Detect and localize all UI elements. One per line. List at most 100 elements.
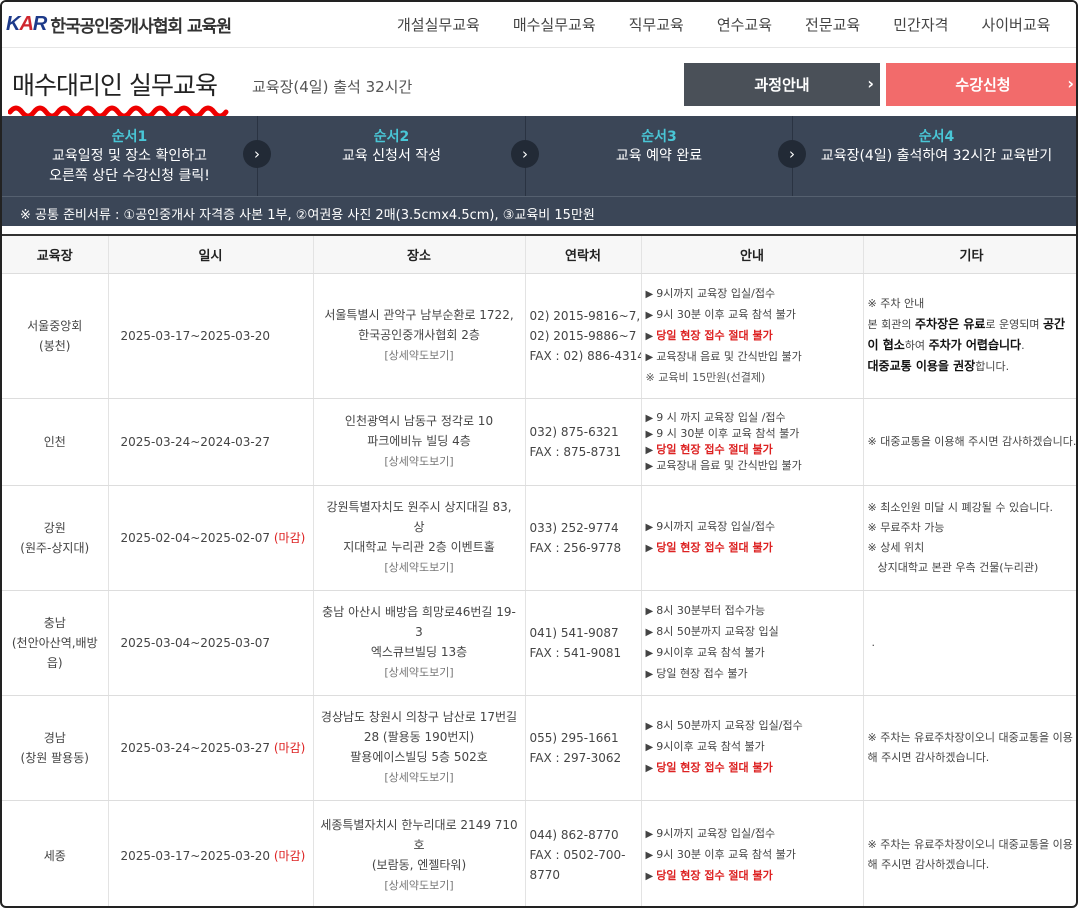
place-cell: 강원특별자치도 원주시 상지대길 83, 상 지대학교 누리관 2층 이벤트홀 … xyxy=(313,485,526,591)
page-subtitle: 교육장(4일) 출석 32시간 xyxy=(252,78,413,96)
apply-button[interactable]: 수강신청 › xyxy=(886,63,1076,106)
info-note: ※ 교육비 15만원(선결제) xyxy=(645,370,766,384)
info-line: 교육장내 음료 및 간식반입 불가 xyxy=(656,349,802,363)
contact-cell: 044) 862-8770 FAX : 0502-700- 8770 xyxy=(525,800,642,906)
map-link[interactable]: [상세약도보기] xyxy=(384,666,453,679)
kar-logo-mark: KAR xyxy=(6,12,47,35)
venue-name: 경남 xyxy=(43,730,66,745)
date-cell: 2025-03-17~2025-03-20 xyxy=(108,273,314,399)
date-range: 2025-03-17~2025-03-20 xyxy=(120,328,271,343)
address-line: 엑스큐브빌딩 13층 xyxy=(370,645,468,659)
fax: FAX : 02) 886-4314 xyxy=(529,348,641,363)
venue-name: 세종 xyxy=(43,848,66,863)
col-header-etc: 기타 xyxy=(863,234,1076,274)
venue-name: 강원 xyxy=(43,520,66,535)
etc-cell: ※ 주차는 유료주차장이오니 대중교통을 이용 해 주시면 감사하겠습니다. xyxy=(863,695,1076,801)
map-link[interactable]: [상세약도보기] xyxy=(384,771,453,784)
address-line: 경상남도 창원시 의창구 남산로 17번길 xyxy=(320,710,518,724)
info-cell: ▶ 8시 50분까지 교육장 입실/접수 ▶ 9시이후 교육 참석 불가 ▶ 당일 현… xyxy=(641,695,864,801)
etc-cell: ※ 주차 안내 본 회관의 주차장은 유료로 운영되며 공간 이 협소하여 주차… xyxy=(863,273,1076,399)
address-line: 강원특별자치도 원주시 상지대길 83, 상 xyxy=(326,500,512,534)
etc-line: 상지대학교 본관 우측 건물(누리관) xyxy=(877,560,1039,574)
nav-item-training[interactable]: 연수교육 xyxy=(717,14,772,35)
info-line: 8시 50분까지 교육장 입실 xyxy=(656,624,779,638)
col-header-venue: 교육장 xyxy=(2,234,109,274)
etc-text: 하여 xyxy=(904,339,929,352)
table-header-row: 교육장 일시 장소 연락처 안내 기타 xyxy=(2,234,1076,274)
venue-cell: 강원 (원주-상지대) xyxy=(2,485,109,591)
chevron-right-icon: › xyxy=(778,140,806,168)
info-line: 9 시 30분 이후 교육 참석 불가 xyxy=(656,426,800,440)
etc-line: ※ 최소인원 미달 시 폐강될 수 있습니다. xyxy=(867,500,1054,514)
deadline-badge: (마감) xyxy=(273,848,306,863)
nav-item-cyber[interactable]: 사이버교육 xyxy=(981,14,1050,35)
phone: 055) 295-1661 xyxy=(529,730,619,745)
step-number: 순서1 xyxy=(111,129,148,145)
step-description: 교육일정 및 장소 확인하고 xyxy=(51,148,208,164)
date-cell: 2025-02-04~2025-02-07 (마감) xyxy=(108,485,314,591)
address-line: 서울특별시 관악구 남부순환로 1722, xyxy=(324,308,514,322)
venue-cell: 서울중앙회 (봉천) xyxy=(2,273,109,399)
venue-name: 서울중앙회 xyxy=(27,318,83,333)
venue-sub: (원주-상지대) xyxy=(20,540,90,555)
info-warning: 당일 현장 접수 절대 불가 xyxy=(656,442,773,456)
date-range: 2025-03-24~2025-03-27 xyxy=(120,741,271,755)
phone: 02) 2015-9886~7 xyxy=(529,328,637,343)
nav-item-buyer-course[interactable]: 매수실무교육 xyxy=(513,14,596,35)
venue-name: 충남 xyxy=(43,615,66,630)
etc-cell: ※ 최소인원 미달 시 폐강될 수 있습니다. ※ 무료주차 가능 ※ 상세 위… xyxy=(863,485,1076,591)
info-line: 9 시 까지 교육장 입실 /접수 xyxy=(656,410,786,424)
phone: 033) 252-9774 xyxy=(529,520,619,535)
info-line: 9시까지 교육장 입실/접수 xyxy=(656,826,776,840)
address-line: (보람동, 엔젤타워) xyxy=(371,857,467,872)
map-link[interactable]: [상세약도보기] xyxy=(384,349,453,362)
site-logo[interactable]: KAR 한국공인중개사협회 교육원 xyxy=(6,10,232,38)
nav-item-opening-course[interactable]: 개설실무교육 xyxy=(397,14,480,35)
fax: FAX : 297-3062 xyxy=(529,750,622,765)
contact-cell: 041) 541-9087 FAX : 541-9081 xyxy=(525,590,642,696)
title-row: 매수대리인 실무교육 교육장(4일) 출석 32시간 과정안내 › 수강신청 › xyxy=(2,56,1076,119)
required-documents-notice: ※ 공통 준비서류 : ①공인중개사 자격증 사본 1부, ②여권용 사진 2매… xyxy=(2,196,1076,226)
info-cell: ▶ 8시 30분부터 접수가능 ▶ 8시 50분까지 교육장 입실 ▶ 9시이후 교육… xyxy=(641,590,864,696)
col-header-place: 장소 xyxy=(313,234,526,274)
step-2: 순서2 교육 신청서 작성 › xyxy=(258,116,539,196)
etc-line: . xyxy=(871,635,876,649)
chevron-right-icon: › xyxy=(1067,74,1074,93)
nav-item-job-course[interactable]: 직무교육 xyxy=(629,14,684,35)
etc-bold: 공간 xyxy=(1043,317,1066,331)
date-cell: 2025-03-04~2025-03-07 xyxy=(108,590,314,696)
map-link[interactable]: [상세약도보기] xyxy=(384,455,453,468)
info-line: 9시까지 교육장 입실/접수 xyxy=(656,519,776,533)
step-number: 순서4 xyxy=(918,129,955,145)
chevron-right-icon: › xyxy=(867,74,874,93)
phone: 032) 875-6321 xyxy=(529,424,619,439)
place-cell: 서울특별시 관악구 남부순환로 1722, 한국공인중개사협회 2층 [상세약도… xyxy=(313,273,526,399)
info-line: 9시 30분 이후 교육 참석 불가 xyxy=(656,307,796,321)
nav-item-private-cert[interactable]: 민간자격 xyxy=(893,14,948,35)
course-info-button[interactable]: 과정안내 › xyxy=(684,63,880,106)
etc-text: 로 운영되며 xyxy=(985,318,1043,331)
place-cell: 세종특별자치시 한누리대로 2149 710호 (보람동, 엔젤타워) [상세약… xyxy=(313,800,526,906)
etc-text: 합니다. xyxy=(975,360,1010,373)
nav-item-expert[interactable]: 전문교육 xyxy=(805,14,860,35)
map-link[interactable]: [상세약도보기] xyxy=(384,879,453,892)
table-row: 충남 (천안아산역,배방 읍) 2025-03-04~2025-03-07 충남… xyxy=(2,590,1076,696)
fax: 8770 xyxy=(529,868,561,882)
place-cell: 경상남도 창원시 의창구 남산로 17번길 28 (팔용동 190번지) 팔용에… xyxy=(313,695,526,801)
date-range: 2025-03-24~2024-03-27 xyxy=(120,434,271,449)
etc-line: ※ 주차는 유료주차장이오니 대중교통을 이용 xyxy=(867,838,1073,851)
etc-bold: 주차가 어렵습니다 xyxy=(928,338,1022,352)
etc-bold: 주차장은 유료 xyxy=(914,317,986,331)
address-line: 28 (팔용동 190번지) xyxy=(363,730,475,744)
info-cell: ▶ 9시까지 교육장 입실/접수 ▶ 당일 현장 접수 절대 불가 xyxy=(641,485,864,591)
step-4: 순서4 교육장(4일) 출석하여 32시간 교육받기 xyxy=(793,116,1076,196)
venue-cell: 인천 xyxy=(2,398,109,486)
contact-cell: 02) 2015-9816~7, 02) 2015-9886~7 FAX : 0… xyxy=(525,273,642,399)
etc-line: ※ 무료주차 가능 xyxy=(867,520,945,534)
step-description: 교육 예약 완료 xyxy=(615,148,703,164)
info-line: 9시까지 교육장 입실/접수 xyxy=(656,286,776,300)
page-frame: KAR 한국공인중개사협회 교육원 개설실무교육 매수실무교육 직무교육 연수교… xyxy=(0,0,1078,908)
etc-cell: ※ 대중교통을 이용해 주시면 감사하겠습니다. xyxy=(863,398,1076,486)
map-link[interactable]: [상세약도보기] xyxy=(384,561,453,574)
course-info-label: 과정안내 xyxy=(754,76,810,94)
